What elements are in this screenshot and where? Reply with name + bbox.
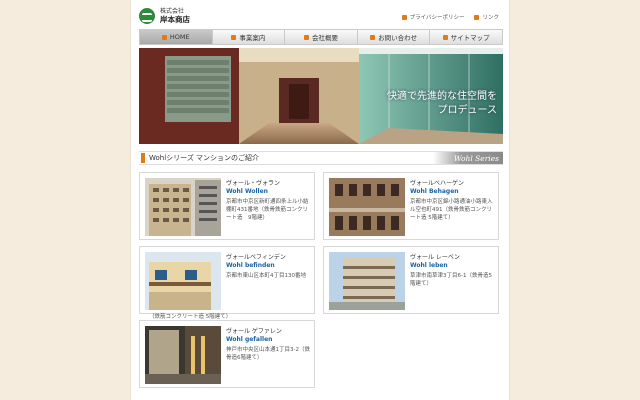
nav-business[interactable]: 事業案内 [213,30,286,44]
property-name-jp[interactable]: ヴォールベハーゲン [410,178,494,187]
property-address: 神戸市中央区山本通1丁目3-2（鉄骨造6階建て） [226,347,310,361]
privacy-policy-link[interactable]: プライバシーポリシー [401,13,464,21]
bullet-icon [442,34,448,40]
property-name-jp[interactable]: ヴォール レーベン [410,252,494,261]
property-address-overflow: （鉄筋コンクリート造 5階建て） [149,314,232,320]
property-name-en[interactable]: Wohl befinden [226,262,310,269]
property-name-en[interactable]: Wohl leben [410,262,494,269]
section-tag: Wohl Series [433,152,503,164]
hero-banner: 快適で先進的な住空間を プロデュース [139,48,503,144]
property-photo [145,326,221,384]
nav-sitemap[interactable]: サイトマップ [430,30,502,44]
company-logo[interactable]: 株式会社 岸本商店 [139,5,190,27]
bullet-icon [161,34,167,40]
links-link[interactable]: リンク [474,13,499,21]
bullet-icon [303,34,309,40]
property-card[interactable]: ヴォールベフィンデン Wohl befinden 京都市東山区本町4丁目130番… [139,246,315,314]
property-name-jp[interactable]: ヴォール ゲファレン [226,326,310,335]
hero-line-2: プロデュース [437,105,498,116]
property-address: 京都市東山区本町4丁目130番地 [226,273,306,279]
property-card[interactable]: ヴォール・ヴォラン Wohl Wollen 京都市中京区新町通四条上ル小結棚町4… [139,172,315,240]
page-container: 株式会社 岸本商店 プライバシーポリシー リンク HOME 事業案内 会社概要 … [130,0,510,400]
logo-name: 岸本商店 [160,15,190,24]
section-title: Wohlシリーズ マンションのご紹介 [149,154,260,162]
property-name-jp[interactable]: ヴォールベフィンデン [226,252,310,261]
property-photo [329,252,405,310]
property-address: 草津市南草津3丁目6-1（鉄骨造5階建て） [410,273,492,287]
top-links: プライバシーポリシー リンク [401,13,499,21]
property-address: 京都市中京区錦小路通油小路東入ル空也町491（鉄骨鉄筋コンクリート造 5階建て） [410,199,493,221]
hero-copy: 快適で先進的な住空間を プロデュース [387,90,497,118]
bullet-icon [401,14,407,20]
property-name-en[interactable]: Wohl gefallen [226,336,310,343]
section-marker [141,153,145,163]
property-photo [145,252,221,310]
property-name-en[interactable]: Wohl Wollen [226,188,310,195]
property-card[interactable]: ヴォールベハーゲン Wohl Behagen 京都市中京区錦小路通油小路東入ル空… [323,172,499,240]
property-name-jp[interactable]: ヴォール・ヴォラン [226,178,310,187]
nav-company[interactable]: 会社概要 [285,30,358,44]
property-card[interactable]: ヴォール ゲファレン Wohl gefallen 神戸市中央区山本通1丁目3-2… [139,320,315,388]
property-card[interactable]: ヴォール レーベン Wohl leben 草津市南草津3丁目6-1（鉄骨造5階建… [323,246,499,314]
hero-line-1: 快適で先進的な住空間を [387,91,497,102]
bullet-icon [474,14,480,20]
property-address: 京都市中京区新町通四条上ル小結棚町431番地（鉄骨鉄筋コンクリート造 9階建） [226,199,309,221]
bullet-icon [231,34,237,40]
logo-icon [139,8,155,24]
property-photo [329,178,405,236]
global-nav: HOME 事業案内 会社概要 お問い合わせ サイトマップ [139,29,503,45]
section-header: Wohlシリーズ マンションのご紹介 Wohl Series [139,151,503,165]
nav-contact[interactable]: お問い合わせ [358,30,431,44]
nav-home[interactable]: HOME [140,30,213,44]
property-photo [145,178,221,236]
property-name-en[interactable]: Wohl Behagen [410,188,494,195]
bullet-icon [370,34,376,40]
